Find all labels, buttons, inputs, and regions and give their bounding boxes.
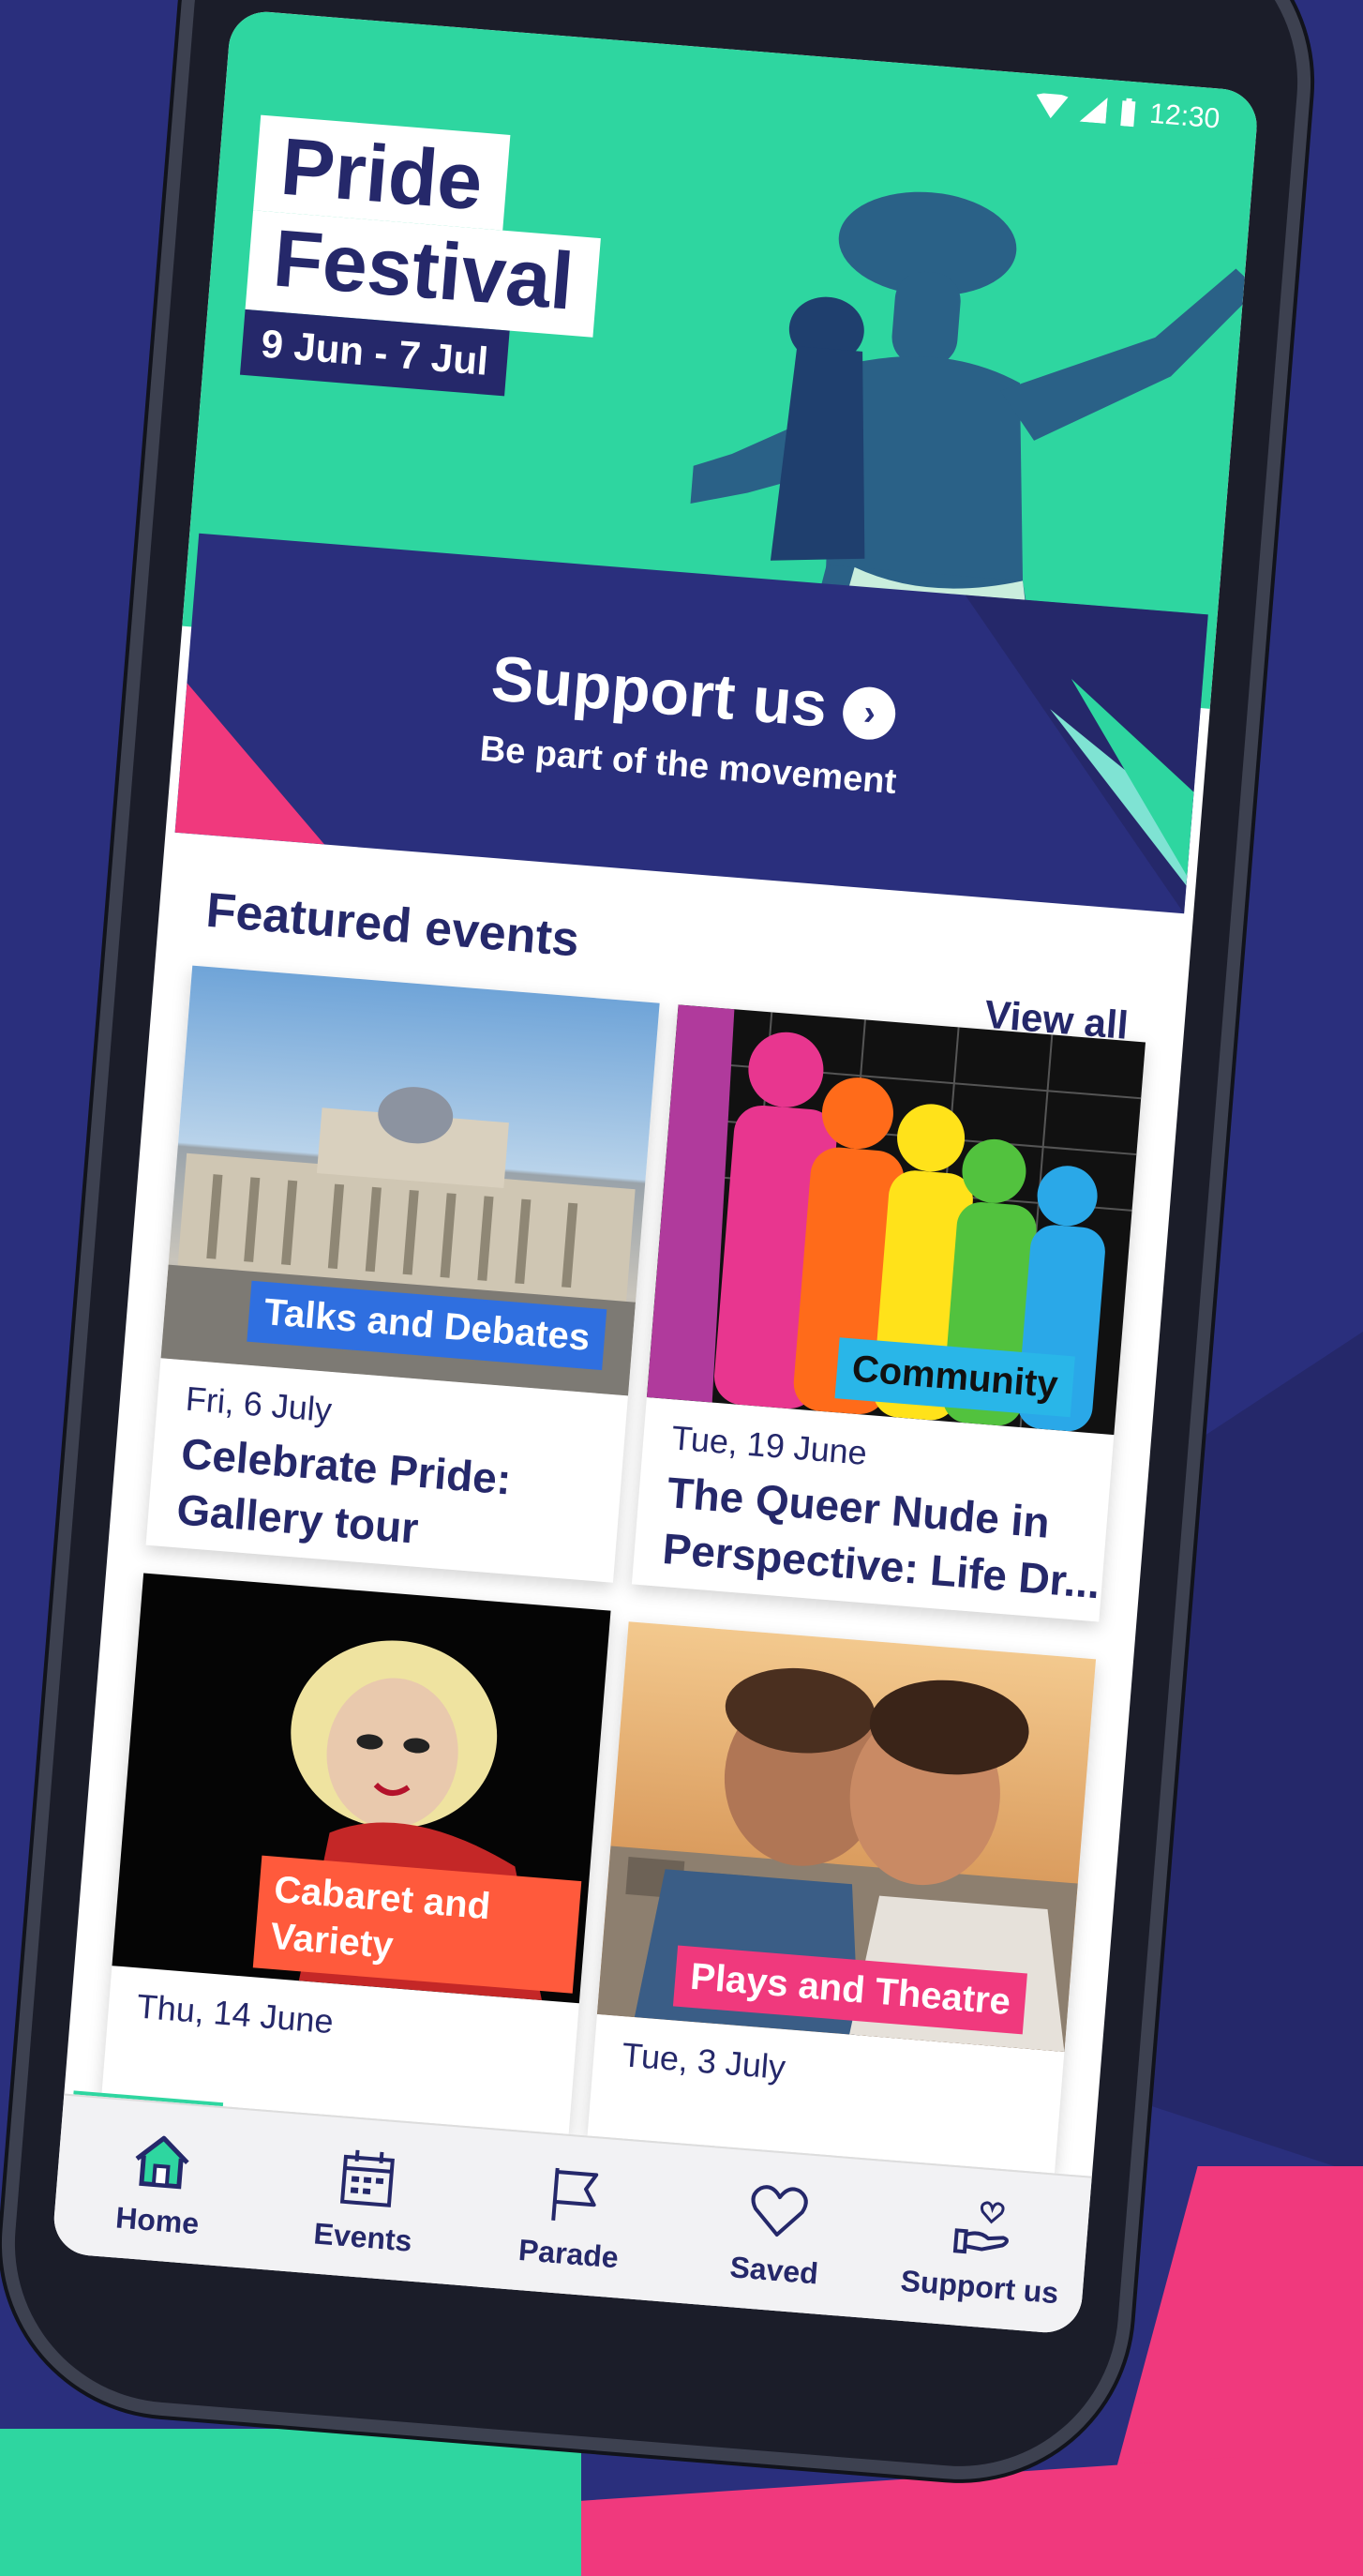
flag-icon — [551, 2167, 599, 2221]
nav-label: Support us — [899, 2263, 1060, 2310]
nav-support-us[interactable]: Support us — [885, 2187, 1081, 2312]
event-card-cabaret[interactable]: Cabaret and Variety Thu, 14 June — [101, 1573, 611, 2134]
heart-icon — [751, 2184, 808, 2237]
event-date: Fri, 6 July — [184, 1378, 334, 1430]
nav-label: Saved — [728, 2249, 820, 2291]
phone-frame: 12:30 Pride Festival 9 Jun - 7 Jul Suppo… — [2, 0, 1311, 2478]
calendar-icon — [339, 2149, 395, 2207]
nav-label: Home — [114, 2199, 201, 2240]
event-card-gallery-tour[interactable]: Talks and Debates Fri, 6 July Celebrate … — [145, 965, 660, 1583]
festival-title-block: Pride Festival 9 Jun - 7 Jul — [239, 114, 608, 403]
event-date: Tue, 3 July — [620, 2035, 787, 2087]
nav-label: Parade — [517, 2232, 621, 2274]
support-title-text: Support us — [488, 642, 831, 741]
wifi-icon — [1036, 93, 1069, 119]
signal-icon — [1079, 97, 1108, 124]
nav-events[interactable]: Events — [268, 2137, 464, 2262]
status-time: 12:30 — [1148, 98, 1221, 135]
event-card-queer-nude[interactable]: Community Tue, 19 June The Queer Nude in… — [631, 1004, 1146, 1622]
event-date: Tue, 19 June — [669, 1418, 869, 1472]
chevron-right-icon: › — [841, 685, 898, 742]
nav-home[interactable]: Home — [63, 2121, 259, 2246]
app-screen: 12:30 Pride Festival 9 Jun - 7 Jul Suppo… — [51, 8, 1260, 2336]
event-card-plays[interactable]: Plays and Theatre Tue, 3 July — [587, 1621, 1097, 2174]
nav-label: Events — [312, 2215, 413, 2258]
hand-heart-icon — [952, 2200, 1010, 2253]
nav-saved[interactable]: Saved — [680, 2171, 876, 2296]
event-title: The Queer Nude in Perspective: Life Dr..… — [661, 1468, 1102, 1608]
status-bar: 12:30 — [1034, 89, 1221, 136]
battery-icon — [1120, 98, 1136, 128]
event-title: Celebrate Pride: Gallery tour — [174, 1428, 514, 1553]
nav-parade[interactable]: Parade — [473, 2154, 669, 2279]
home-icon — [135, 2135, 189, 2189]
featured-events-heading: Featured events — [203, 882, 581, 968]
event-date: Thu, 14 June — [135, 1986, 336, 2041]
